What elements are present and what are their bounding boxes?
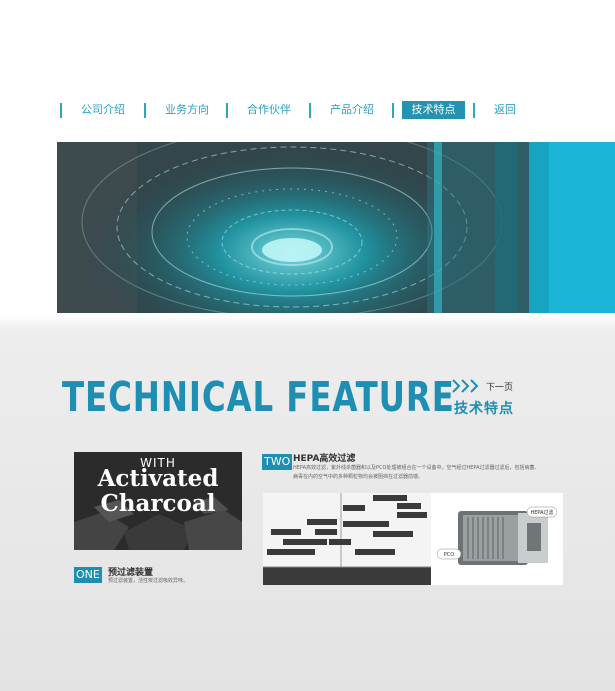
charcoal-line2: Charcoal bbox=[100, 490, 216, 517]
nav-divider bbox=[309, 103, 311, 118]
nav-divider bbox=[392, 103, 394, 118]
hepa-diagram: HEPA过滤 PCO bbox=[263, 493, 563, 585]
nav-item-business[interactable]: 业务方向 bbox=[160, 101, 214, 119]
nav-item-back[interactable]: 返回 bbox=[490, 101, 520, 119]
pco-callout: PCO bbox=[444, 552, 455, 558]
nav-divider bbox=[60, 103, 62, 118]
particle-size-chart: HEPA过滤 PCO bbox=[263, 493, 558, 585]
double-chevron-right-icon[interactable] bbox=[452, 378, 482, 394]
next-page-link[interactable]: 下一页 bbox=[486, 380, 513, 393]
nav-item-partners[interactable]: 合作伙伴 bbox=[243, 101, 295, 119]
item-one-desc: 预过滤装置，活性炭过滤吸收异味。 bbox=[108, 578, 189, 584]
hepa-callout: HEPA过滤 bbox=[530, 509, 553, 516]
badge-one: ONE bbox=[74, 567, 102, 583]
nav-divider bbox=[226, 103, 228, 118]
nav-item-products[interactable]: 产品介绍 bbox=[325, 101, 379, 119]
section-subtitle: 技术特点 bbox=[454, 401, 514, 417]
hero-banner bbox=[57, 142, 615, 313]
badge-two: TWO bbox=[262, 454, 293, 470]
tech-circles-image bbox=[57, 142, 615, 313]
nav-divider bbox=[473, 103, 475, 118]
item-two-desc-2: 病毒在内的空气中的多种颗粒物均会被阻挡在过滤器前端。 bbox=[293, 474, 424, 480]
nav-divider bbox=[144, 103, 146, 118]
item-two-title: HEPA高效过滤 bbox=[293, 454, 356, 464]
charcoal-line1: Activated bbox=[97, 465, 219, 492]
activated-charcoal-image: WITH Activated Charcoal bbox=[74, 452, 242, 550]
section-title: TECHNICAL FEATURE bbox=[62, 373, 455, 421]
nav-item-tech-active[interactable]: 技术特点 bbox=[402, 101, 465, 119]
item-two-desc-1: HEPA高效过滤，紫外线杀菌器和以及PCO处理被组合在一个设备中。空气经过HEP… bbox=[293, 465, 540, 471]
top-nav: 公司介绍 业务方向 合作伙伴 产品介绍 技术特点 返回 bbox=[58, 100, 516, 120]
purifier-unit-image bbox=[458, 511, 548, 565]
nav-item-company[interactable]: 公司介绍 bbox=[78, 101, 128, 119]
